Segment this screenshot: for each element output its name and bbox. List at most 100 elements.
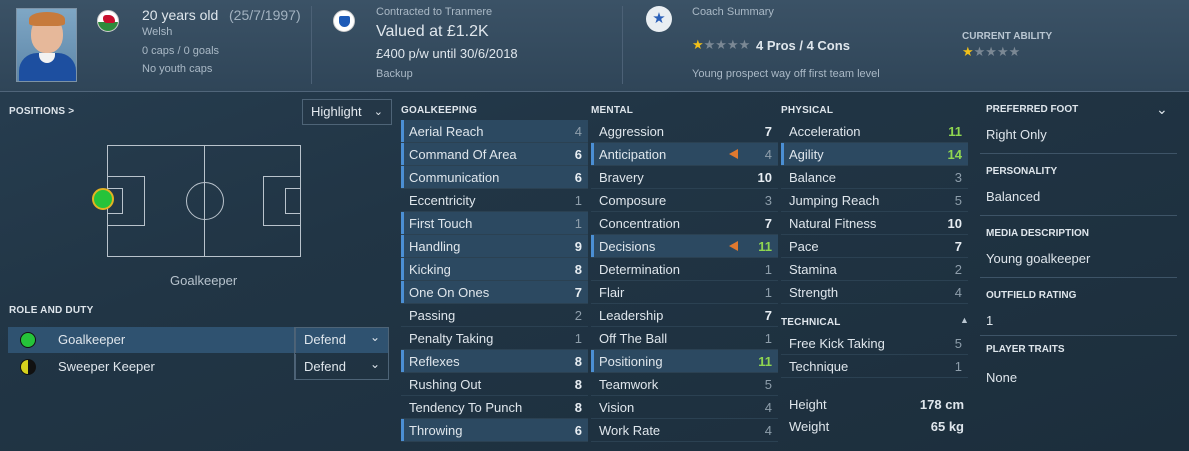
attr-row[interactable]: Teamwork 5 [591, 373, 778, 396]
attr-value: 5 [954, 193, 962, 208]
attr-row[interactable]: Reflexes 8 [401, 350, 588, 373]
club-badge-icon[interactable] [333, 10, 355, 32]
attr-row[interactable]: Vision 4 [591, 396, 778, 419]
attr-row[interactable]: Positioning 11 [591, 350, 778, 373]
attr-row[interactable]: Composure 3 [591, 189, 778, 212]
attr-row[interactable]: Aggression 7 [591, 120, 778, 143]
flag-marker-icon [729, 149, 738, 159]
attr-row[interactable]: Acceleration 11 [781, 120, 968, 143]
attr-name: Aggression [599, 124, 665, 139]
mental-attributes: Aggression 7 Anticipation 4 Bravery 10 Comp… [591, 120, 778, 442]
attr-value: 4 [954, 285, 962, 300]
attr-name: Off The Ball [599, 331, 668, 346]
attr-row[interactable]: Communication 6 [401, 166, 588, 189]
attr-row[interactable]: Throwing 6 [401, 419, 588, 442]
highlight-dropdown[interactable]: Highlight ⌄ [302, 99, 392, 125]
goalkeeper-position-marker[interactable] [92, 188, 114, 210]
attr-value: 1 [954, 359, 962, 374]
role-name: Goalkeeper [58, 332, 126, 347]
attr-name: Passing [409, 308, 456, 323]
attr-name: Technique [789, 359, 849, 374]
attr-row[interactable]: Handling 9 [401, 235, 588, 258]
goalkeeping-label: GOALKEEPING [401, 105, 478, 116]
attr-name: Agility [789, 147, 824, 162]
chevron-down-icon[interactable]: ⌄ [1156, 101, 1168, 118]
attr-value: 10 [757, 170, 772, 185]
attr-row[interactable]: First Touch 1 [401, 212, 588, 235]
attr-value: 2 [954, 262, 962, 277]
role-duty-label: ROLE AND DUTY [9, 305, 94, 316]
attr-name: Stamina [789, 262, 837, 277]
attr-row[interactable]: One On Ones 7 [401, 281, 588, 304]
attr-value: 11 [758, 354, 772, 369]
attr-row[interactable]: Pace 7 [781, 235, 968, 258]
attr-row[interactable]: Technique 1 [781, 355, 968, 378]
attr-value: 4 [764, 423, 772, 438]
attr-value: 6 [574, 170, 582, 185]
attr-row[interactable]: Work Rate 4 [591, 419, 778, 442]
attr-row[interactable]: Agility 14 [781, 143, 968, 166]
attr-row[interactable]: Command Of Area 6 [401, 143, 588, 166]
attr-row[interactable]: Jumping Reach 5 [781, 189, 968, 212]
attr-name: Kicking [409, 262, 451, 277]
squad-status: Backup [376, 68, 413, 80]
attr-value: 8 [574, 400, 582, 415]
attr-row[interactable]: Strength 4 [781, 281, 968, 304]
attr-row[interactable]: Flair 1 [591, 281, 778, 304]
attr-row[interactable]: Tendency To Punch 8 [401, 396, 588, 419]
attr-row[interactable]: Determination 1 [591, 258, 778, 281]
weight-value: 65 kg [930, 419, 964, 434]
attr-value: 14 [947, 147, 962, 162]
attr-row[interactable]: Decisions 11 [591, 235, 778, 258]
attr-row[interactable]: Bravery 10 [591, 166, 778, 189]
attr-name: Jumping Reach [789, 193, 880, 208]
attr-row[interactable]: Natural Fitness 10 [781, 212, 968, 235]
coach-summary-label[interactable]: Coach Summary [692, 6, 774, 18]
preferred-foot-label: PREFERRED FOOT [986, 104, 1079, 115]
attr-value: 1 [574, 331, 582, 346]
attr-row[interactable]: Passing 2 [401, 304, 588, 327]
potential-stars: ★★★★★ [692, 37, 751, 52]
attr-row[interactable]: Rushing Out 8 [401, 373, 588, 396]
attr-value: 7 [764, 124, 772, 139]
attr-row[interactable]: Balance 3 [781, 166, 968, 189]
attr-row[interactable]: Free Kick Taking 5 [781, 332, 968, 355]
collapse-up-icon[interactable]: ▲ [960, 315, 969, 325]
current-ability-label: CURRENT ABILITY [962, 31, 1053, 42]
attr-row[interactable]: Anticipation 4 [591, 143, 778, 166]
header-divider [311, 6, 312, 84]
role-dot-icon [20, 332, 36, 348]
attr-value: 7 [764, 308, 772, 323]
attr-value: 11 [948, 124, 962, 139]
attr-value: 1 [574, 216, 582, 231]
attr-name: Pace [789, 239, 819, 254]
attr-row[interactable]: Off The Ball 1 [591, 327, 778, 350]
attr-name: Decisions [599, 239, 656, 254]
attr-row[interactable]: Eccentricity 1 [401, 189, 588, 212]
wales-flag-icon [97, 10, 119, 32]
attr-name: Penalty Taking [409, 331, 494, 346]
current-ability-stars: ★★★★★ [962, 44, 1021, 59]
attr-name: Aerial Reach [409, 124, 484, 139]
mental-label: MENTAL [591, 105, 634, 116]
chevron-down-icon: ⌄ [373, 106, 383, 118]
player-youth-caps: No youth caps [142, 63, 213, 75]
attr-value: 4 [764, 400, 772, 415]
info-divider [980, 215, 1177, 216]
positions-link[interactable]: POSITIONS > [9, 106, 74, 117]
attr-row[interactable]: Penalty Taking 1 [401, 327, 588, 350]
attr-row[interactable]: Leadership 7 [591, 304, 778, 327]
attr-row[interactable]: Kicking 8 [401, 258, 588, 281]
attr-row[interactable]: Concentration 7 [591, 212, 778, 235]
info-divider [980, 277, 1177, 278]
attr-row[interactable]: Stamina 2 [781, 258, 968, 281]
player-photo[interactable] [16, 8, 77, 82]
attr-value: 8 [574, 262, 582, 277]
preferred-foot-value: Right Only [986, 127, 1047, 142]
attr-value: 4 [764, 147, 772, 162]
role-dot-icon [20, 359, 36, 375]
attr-value: 5 [764, 377, 772, 392]
attr-row[interactable]: Aerial Reach 4 [401, 120, 588, 143]
player-traits-label: PLAYER TRAITS [986, 344, 1065, 355]
attr-name: Command Of Area [409, 147, 517, 162]
